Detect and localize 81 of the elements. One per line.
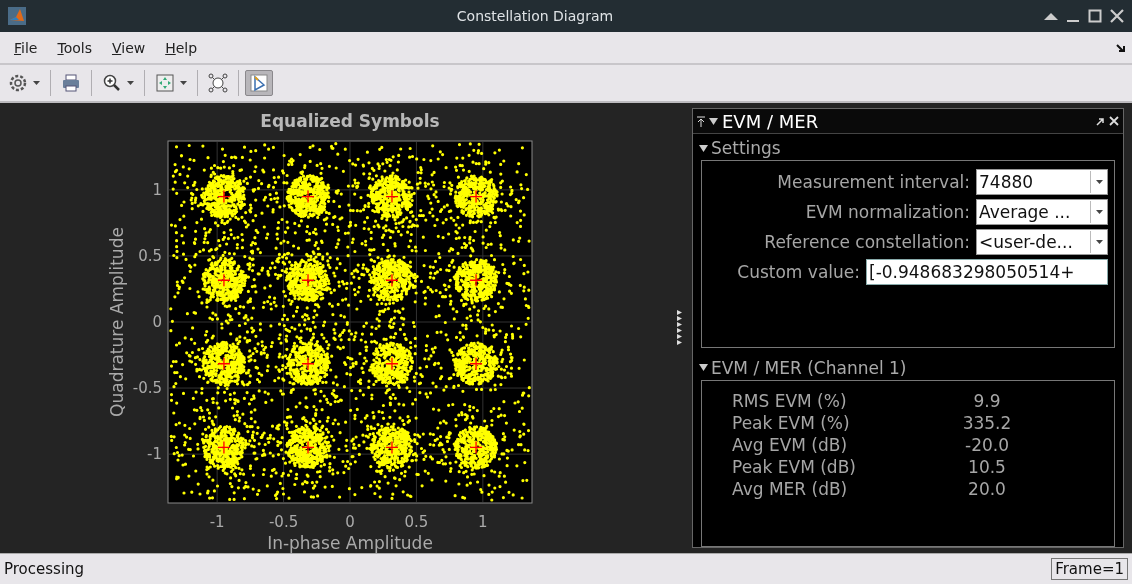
x-tick-label: -1 xyxy=(209,513,225,531)
setting-label: EVM normalization: xyxy=(805,202,970,223)
section-title: Settings xyxy=(711,138,781,159)
gear-icon xyxy=(8,73,28,93)
measurement-icon xyxy=(249,73,269,93)
reference-point xyxy=(385,273,399,287)
undock-icon[interactable] xyxy=(1096,116,1105,126)
measurement-value: 9.9 xyxy=(972,390,1002,413)
dropdown[interactable]: <user-de... xyxy=(976,229,1108,256)
window-title: Constellation Diagram xyxy=(455,8,615,24)
roll-up-icon[interactable] xyxy=(1044,11,1058,21)
y-tick-label: 0 xyxy=(152,313,162,331)
caret-icon xyxy=(180,81,187,85)
measurement-label: Peak EVM (dB) xyxy=(732,456,857,479)
reference-point xyxy=(217,273,231,287)
chart-title: Equalized Symbols xyxy=(260,111,440,131)
reference-point xyxy=(301,357,315,371)
close-icon[interactable] xyxy=(1109,116,1119,127)
caret-icon xyxy=(33,81,40,85)
measurement-label: Avg MER (dB) xyxy=(732,478,849,501)
reference-point xyxy=(217,357,231,371)
x-tick-label: 0.5 xyxy=(404,513,429,531)
pin-icon[interactable] xyxy=(697,115,705,127)
measurement-value: 10.5 xyxy=(967,456,1007,479)
reference-point xyxy=(385,357,399,371)
x-tick-label: 1 xyxy=(478,513,488,531)
reference-point xyxy=(301,273,315,287)
constellation-icon xyxy=(208,73,228,93)
menu-item[interactable]: Tools xyxy=(49,37,100,58)
x-tick-label: -0.5 xyxy=(268,513,299,531)
status-message: Processing xyxy=(4,560,85,578)
caret-icon xyxy=(1095,210,1103,215)
measurement-value: 335.2 xyxy=(961,412,1013,435)
reference-point xyxy=(301,440,315,455)
reference-point xyxy=(301,189,315,204)
caret-icon xyxy=(1095,240,1103,245)
y-tick-label: -1 xyxy=(147,445,162,464)
panel-title: EVM / MER xyxy=(722,110,820,132)
dropdown[interactable]: Average ... xyxy=(976,199,1108,226)
frame-counter: Frame=1 xyxy=(1051,558,1128,580)
close-icon[interactable] xyxy=(1110,9,1124,23)
collapse-icon[interactable] xyxy=(709,116,718,126)
reference-point xyxy=(385,189,399,204)
input-field[interactable]: [-0.948683298050514+ xyxy=(866,259,1108,286)
setting-label: Custom value: xyxy=(737,262,860,283)
printer-icon xyxy=(61,73,81,93)
reference-point xyxy=(469,440,483,455)
dock-arrow-icon[interactable] xyxy=(1116,42,1126,53)
measurement-value: 20.0 xyxy=(967,478,1007,501)
menu-item[interactable]: Help xyxy=(157,37,206,58)
reference-point xyxy=(469,357,483,371)
y-tick-label: 1 xyxy=(152,180,162,199)
measurement-value: -20.0 xyxy=(964,434,1010,457)
setting-label: Measurement interval: xyxy=(777,172,970,193)
reference-point xyxy=(469,273,483,287)
menu-item[interactable]: File xyxy=(6,37,46,58)
y-axis-label: Quadrature Amplitude xyxy=(107,227,127,417)
caret-icon xyxy=(1095,180,1103,185)
menu-item[interactable]: View xyxy=(103,37,154,58)
y-tick-label: 0.5 xyxy=(138,246,162,265)
measurement-label: RMS EVM (%) xyxy=(732,390,848,413)
y-tick-label: -0.5 xyxy=(132,379,162,398)
reference-point xyxy=(217,440,231,455)
maximize-icon[interactable] xyxy=(1088,9,1102,23)
measurement-label: Avg EVM (dB) xyxy=(732,434,849,457)
section-title: EVM / MER (Channel 1) xyxy=(711,357,907,378)
app-logo-icon xyxy=(8,7,26,25)
reference-point xyxy=(217,189,231,204)
setting-label: Reference constellation: xyxy=(764,232,970,253)
x-axis-label: In-phase Amplitude xyxy=(267,533,433,553)
reference-point xyxy=(385,440,399,455)
splitter-handle-icon[interactable] xyxy=(677,310,683,346)
fit-to-view-icon xyxy=(155,73,175,93)
section-toggle-icon[interactable] xyxy=(699,143,708,153)
dropdown[interactable]: 74880 xyxy=(976,169,1108,196)
caret-icon xyxy=(127,81,134,85)
measurement-label: Peak EVM (%) xyxy=(732,412,851,435)
reference-point xyxy=(469,189,483,204)
section-toggle-icon[interactable] xyxy=(699,363,708,373)
x-tick-label: 0 xyxy=(345,513,355,531)
zoom-in-icon xyxy=(102,73,122,93)
